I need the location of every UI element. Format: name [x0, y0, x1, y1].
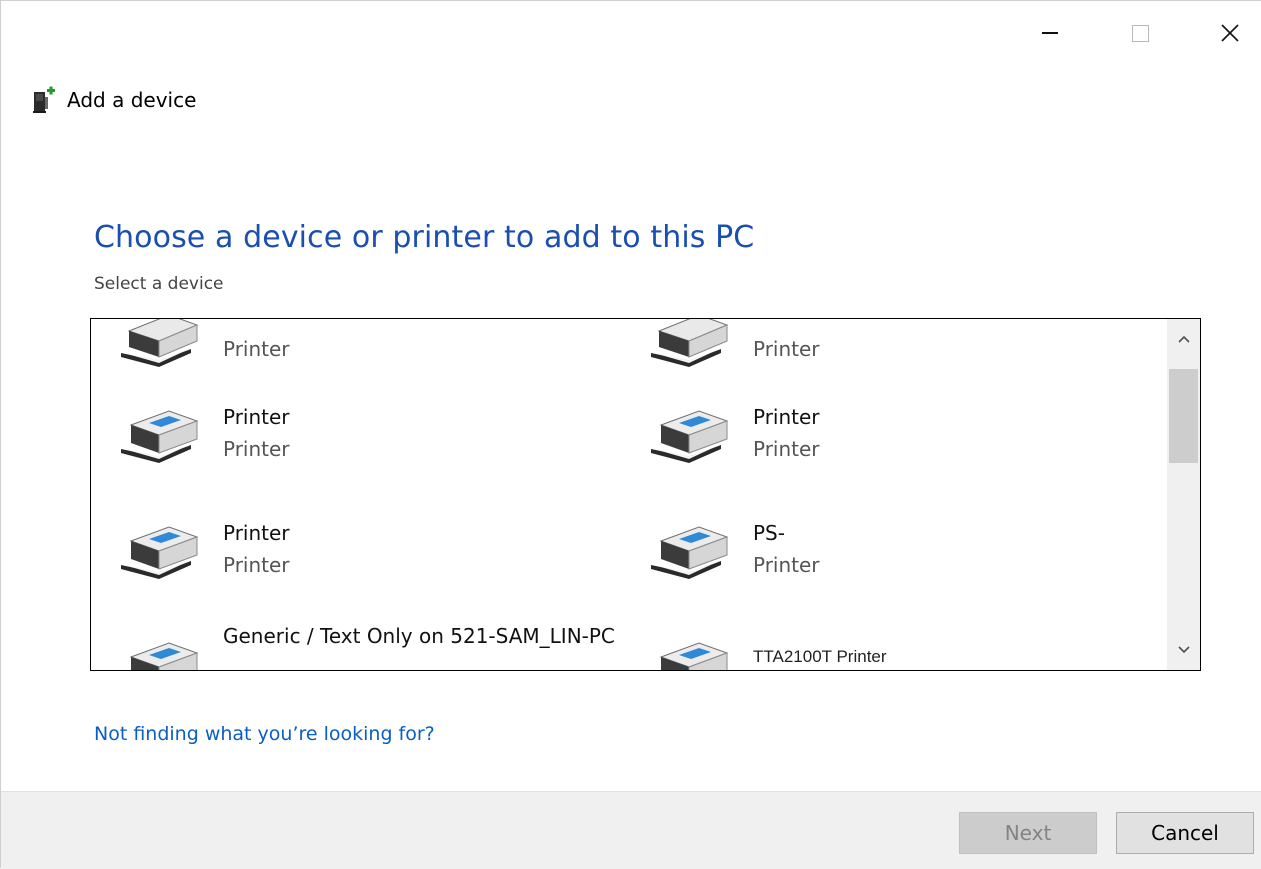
printer-icon — [651, 319, 729, 367]
device-type: Printer — [223, 553, 290, 577]
chevron-up-icon — [1177, 335, 1190, 343]
maximize-button[interactable] — [1117, 9, 1163, 57]
device-item[interactable]: Printer — [649, 319, 1109, 385]
device-item[interactable]: Printer — [119, 319, 579, 385]
add-device-window: Add a device Choose a device or printer … — [0, 0, 1261, 869]
device-type: Printer — [753, 437, 820, 461]
next-button[interactable]: Next — [959, 812, 1097, 854]
device-item[interactable]: Generic / Text Only on 521-SAM_LIN-PC — [119, 617, 615, 670]
page-subheading: Select a device — [94, 274, 224, 294]
scroll-down-button[interactable] — [1167, 630, 1200, 670]
printer-icon — [651, 526, 729, 579]
printer-icon — [121, 526, 199, 579]
device-name: Generic / Text Only on 521-SAM_LIN-PC — [223, 624, 615, 648]
page-heading: Choose a device or printer to add to thi… — [94, 220, 755, 255]
window-title-bar: Add a device — [31, 85, 196, 115]
device-item[interactable]: TTA2100T Printer — [649, 617, 1109, 670]
device-name: Printer — [223, 521, 290, 545]
device-type: Printer — [753, 553, 820, 577]
device-name: TTA2100T Printer — [753, 647, 887, 666]
device-name: PS- — [753, 521, 785, 545]
device-item[interactable]: Printer Printer — [119, 405, 579, 485]
device-name: Printer — [223, 405, 290, 429]
device-type: Printer — [223, 337, 290, 361]
maximize-icon — [1131, 24, 1149, 42]
close-button[interactable] — [1207, 9, 1253, 57]
chevron-down-icon — [1177, 646, 1190, 654]
device-item[interactable]: PS- Printer — [649, 521, 1109, 601]
printer-icon — [121, 410, 199, 463]
device-list[interactable]: Printer Printer Printer Printer Printer … — [90, 318, 1201, 671]
cancel-button[interactable]: Cancel — [1116, 812, 1254, 854]
device-item[interactable]: Printer Printer — [649, 405, 1109, 485]
printer-icon — [651, 410, 729, 463]
dialog-footer: Next Cancel — [1, 791, 1261, 869]
device-list-scrollbar[interactable] — [1167, 319, 1200, 670]
printer-icon — [121, 319, 199, 367]
device-name: Printer — [753, 405, 820, 429]
device-type: Printer — [223, 437, 290, 461]
printer-icon — [659, 642, 729, 670]
add-device-icon — [33, 86, 55, 113]
device-item[interactable]: Printer Printer — [119, 521, 579, 601]
scroll-thumb[interactable] — [1169, 369, 1198, 463]
scroll-up-button[interactable] — [1167, 319, 1200, 359]
not-finding-link[interactable]: Not finding what you’re looking for? — [94, 723, 435, 745]
device-type: Printer — [753, 337, 820, 361]
printer-icon — [129, 642, 199, 670]
minimize-icon — [1042, 32, 1058, 34]
close-icon — [1221, 24, 1239, 42]
minimize-button[interactable] — [1027, 9, 1073, 57]
window-title: Add a device — [67, 88, 197, 112]
